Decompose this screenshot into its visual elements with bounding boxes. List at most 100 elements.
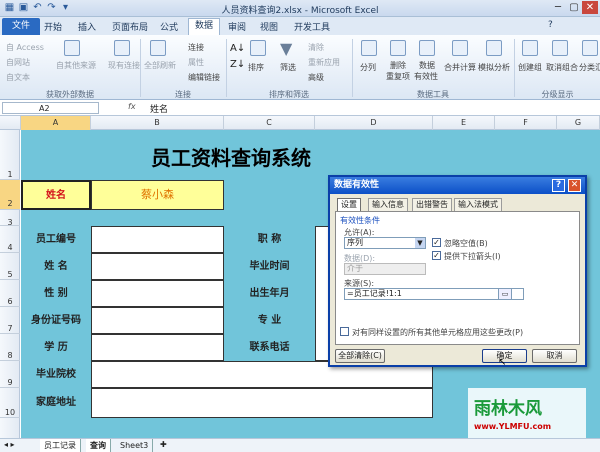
refresh-all-button[interactable]: 全部刷新: [144, 60, 176, 71]
reapply-button[interactable]: 重新应用: [308, 57, 340, 68]
value-cell[interactable]: [91, 253, 224, 280]
tab-view[interactable]: 视图: [260, 20, 278, 33]
row-header-10[interactable]: 10: [0, 388, 20, 418]
row-header-2[interactable]: 2: [0, 180, 20, 210]
ignore-blank-checkbox[interactable]: ✓: [432, 238, 441, 247]
tab-page-layout[interactable]: 页面布局: [112, 20, 148, 33]
label-education: 学 历: [21, 334, 91, 361]
existing-connections-button[interactable]: 现有连接: [108, 60, 140, 71]
group-get-external-data: 获取外部数据: [46, 90, 94, 99]
close-icon[interactable]: ✕: [568, 179, 581, 192]
from-access-button[interactable]: 自 Access: [6, 42, 44, 53]
dialog-tab-settings[interactable]: 设置: [337, 198, 361, 212]
clear-all-button[interactable]: 全部清除(C): [335, 349, 385, 363]
minimize-icon[interactable]: ─: [550, 1, 566, 14]
col-header-f[interactable]: F: [495, 116, 557, 130]
help-icon[interactable]: ?: [552, 179, 565, 192]
range-picker-icon[interactable]: ▭: [498, 288, 512, 300]
sort-button[interactable]: 排序: [248, 62, 264, 73]
formula-input[interactable]: 姓名: [150, 102, 168, 115]
allow-select[interactable]: 序列: [344, 237, 426, 249]
name-box[interactable]: A2: [2, 102, 99, 114]
consolidate-button[interactable]: 合并计算: [444, 62, 476, 73]
sheet-tab-query[interactable]: 查询: [86, 439, 111, 452]
dialog-tab-error-alert[interactable]: 出错警告: [412, 198, 452, 211]
watermark: 雨林木风 www.YLMFU.com: [468, 388, 586, 438]
row-header-5[interactable]: 5: [0, 253, 20, 280]
value-cell[interactable]: [91, 388, 433, 418]
advanced-filter-button[interactable]: 高级: [308, 72, 324, 83]
in-cell-dropdown-checkbox[interactable]: ✓: [432, 251, 441, 260]
row-header-7[interactable]: 7: [0, 307, 20, 334]
label-phone: 联系电话: [224, 334, 315, 361]
col-header-e[interactable]: E: [433, 116, 495, 130]
allow-select-value: 序列: [347, 238, 363, 247]
value-cell[interactable]: [91, 307, 224, 334]
tab-insert[interactable]: 插入: [78, 20, 96, 33]
sort-descending-icon[interactable]: Z↓: [230, 59, 245, 70]
tab-file[interactable]: 文件: [2, 18, 40, 35]
row-header-8[interactable]: 8: [0, 334, 20, 361]
row-header-3[interactable]: 3: [0, 210, 20, 227]
row-header-4[interactable]: 4: [0, 226, 20, 253]
sheet-tab-sheet3[interactable]: Sheet3: [116, 439, 154, 452]
data-select[interactable]: 介于: [344, 263, 426, 275]
row-header-6[interactable]: 6: [0, 280, 20, 307]
data-validation-icon: [419, 40, 435, 56]
edit-links-button[interactable]: 编辑链接: [188, 72, 220, 83]
from-text-button[interactable]: 自文本: [6, 72, 30, 83]
value-cell[interactable]: [91, 280, 224, 307]
properties-button[interactable]: 属性: [188, 57, 204, 68]
ungroup-button[interactable]: 取消组合: [546, 62, 578, 73]
connections-button[interactable]: 连接: [188, 42, 204, 53]
remove-duplicates-label1[interactable]: 删除: [390, 60, 406, 71]
name-label-cell[interactable]: 姓名: [21, 180, 91, 210]
column-headers: A B C D E F G: [0, 116, 600, 130]
source-input[interactable]: =员工记录!1:1: [344, 288, 524, 300]
col-header-c[interactable]: C: [224, 116, 315, 130]
cancel-button[interactable]: 取消: [532, 349, 577, 363]
text-to-columns-button[interactable]: 分列: [360, 62, 376, 73]
help-icon[interactable]: ?: [548, 20, 553, 30]
col-header-d[interactable]: D: [315, 116, 433, 130]
maximize-icon[interactable]: ▢: [566, 1, 582, 14]
remove-duplicates-label2[interactable]: 重复项: [386, 71, 410, 82]
tab-developer[interactable]: 开发工具: [294, 20, 330, 33]
fx-icon[interactable]: fx: [128, 102, 136, 111]
what-if-button[interactable]: 模拟分析: [478, 62, 510, 73]
value-cell[interactable]: [91, 334, 224, 361]
tab-home[interactable]: 开始: [44, 20, 62, 33]
data-validation-label2[interactable]: 有效性: [414, 71, 438, 82]
from-web-button[interactable]: 自网站: [6, 57, 30, 68]
apply-all-label: 对有同样设置的所有其他单元格应用这些更改(P): [352, 328, 524, 337]
dialog-tab-ime-mode[interactable]: 输入法模式: [454, 198, 502, 211]
tab-review[interactable]: 审阅: [228, 20, 246, 33]
name-value-cell[interactable]: 蔡小森: [91, 180, 224, 210]
sheet-tab-records[interactable]: 员工记录: [40, 439, 81, 452]
tab-formulas[interactable]: 公式: [160, 20, 178, 33]
tab-data[interactable]: 数据: [188, 18, 221, 35]
col-header-b[interactable]: B: [91, 116, 224, 130]
row-header-1[interactable]: 1: [0, 130, 20, 180]
create-group-button[interactable]: 创建组: [518, 62, 542, 73]
chevron-down-icon[interactable]: ▼: [415, 238, 425, 248]
value-cell[interactable]: [91, 226, 224, 253]
col-header-a[interactable]: A: [21, 116, 91, 130]
col-header-g[interactable]: G: [557, 116, 600, 130]
subtotal-button[interactable]: 分类汇: [579, 62, 600, 73]
filter-button[interactable]: 筛选: [280, 62, 296, 73]
apply-all-checkbox[interactable]: [340, 327, 349, 336]
close-icon[interactable]: ✕: [582, 1, 598, 14]
row-header-9[interactable]: 9: [0, 361, 20, 388]
sort-ascending-icon[interactable]: A↓: [230, 43, 245, 54]
new-sheet-icon[interactable]: ✚: [160, 440, 167, 449]
data-validation-label1[interactable]: 数据: [419, 60, 435, 71]
title-bar: ▦ ▣ ↶ ↷ ▾ 人员资料查询2.xlsx - Microsoft Excel…: [0, 0, 600, 17]
label-major: 专 业: [224, 307, 315, 334]
other-sources-button[interactable]: 自其他来源: [56, 60, 96, 71]
dialog-tab-input-message[interactable]: 输入信息: [368, 198, 408, 211]
label-name: 姓 名: [21, 253, 91, 280]
tab-scroll-icon[interactable]: ◂ ▸: [4, 440, 15, 449]
select-all-corner[interactable]: [0, 116, 21, 130]
clear-filter-button[interactable]: 清除: [308, 42, 324, 53]
